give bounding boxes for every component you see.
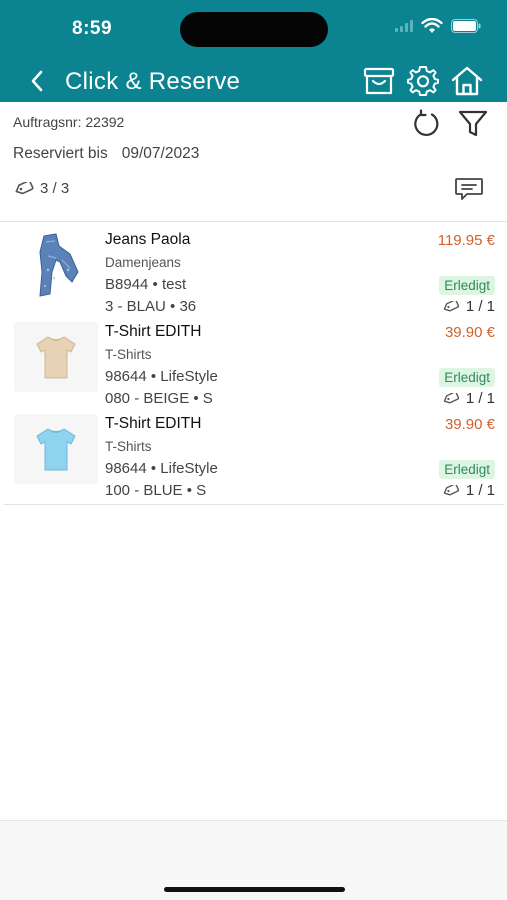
reserved-until: Reserviert bis 09/07/2023 [13, 145, 199, 163]
item-article: 98644 • LifeStyle [105, 460, 218, 477]
status-time: 8:59 [72, 18, 113, 39]
app-header: 8:59 Click & Reserve [0, 0, 507, 102]
item-name: Jeans Paola [105, 231, 191, 248]
signal-icon [395, 20, 413, 32]
order-info: Auftragsnr: 22392 Reserviert bis 09/07/20… [0, 102, 507, 222]
item-quantity-value: 1 / 1 [465, 482, 495, 499]
list-item[interactable]: T-Shirt EDITH T-Shirts 98644 • LifeStyle… [0, 410, 507, 502]
page-title: Click & Reserve [65, 68, 241, 95]
basket-button[interactable] [363, 65, 395, 97]
home-icon [451, 66, 483, 96]
item-quantity: 1 / 1 [442, 298, 495, 315]
list-divider [4, 504, 504, 505]
item-price: 39.90 € [444, 324, 495, 341]
settings-icon [407, 66, 439, 96]
home-indicator[interactable] [164, 887, 345, 892]
item-name: T-Shirt EDITH [105, 415, 202, 432]
tag-icon [443, 300, 459, 311]
item-article: 98644 • LifeStyle [105, 368, 218, 385]
basket-icon [363, 67, 395, 95]
header-actions [363, 65, 483, 97]
status-badge: Erledigt [439, 368, 495, 387]
order-number: Auftragsnr: 22392 [13, 114, 125, 130]
jeans-image [14, 230, 98, 300]
comment-icon [455, 178, 483, 200]
settings-button[interactable] [407, 65, 439, 97]
item-price: 39.90 € [444, 416, 495, 433]
tag-count: 3 / 3 [14, 180, 69, 197]
tag-count-value: 3 / 3 [40, 180, 70, 197]
order-actions [411, 108, 489, 140]
chevron-left-icon [31, 70, 43, 92]
item-variant: 080 - BEIGE • S [105, 390, 213, 407]
tag-icon [443, 392, 459, 403]
tag-icon [443, 484, 459, 495]
item-quantity: 1 / 1 [442, 482, 495, 499]
nav-bar: Click & Reserve [0, 60, 507, 102]
list-item[interactable]: T-Shirt EDITH T-Shirts 98644 • LifeStyle… [0, 318, 507, 410]
item-price: 119.95 € [437, 232, 495, 249]
item-category: Damenjeans [105, 255, 181, 270]
item-quantity: 1 / 1 [442, 390, 495, 407]
refresh-icon [414, 109, 439, 136]
tag-icon [15, 181, 34, 194]
item-variant: 3 - BLAU • 36 [105, 298, 197, 315]
item-variant: 100 - BLUE • S [105, 482, 207, 499]
filter-button[interactable] [457, 108, 489, 140]
dynamic-island [180, 12, 328, 47]
item-quantity-value: 1 / 1 [465, 298, 495, 315]
status-badge: Erledigt [439, 460, 495, 479]
item-category: T-Shirts [105, 347, 152, 362]
reserved-date: 09/07/2023 [121, 145, 200, 162]
tshirt-blue-image [14, 414, 98, 484]
wifi-icon [421, 18, 443, 33]
item-category: T-Shirts [105, 439, 152, 454]
item-list: Jeans Paola Damenjeans B8944 • test 3 - … [0, 226, 507, 505]
reserved-label: Reserviert bis [13, 145, 108, 162]
item-name: T-Shirt EDITH [105, 323, 202, 340]
back-button[interactable] [22, 66, 52, 96]
status-icons [395, 18, 481, 34]
home-button[interactable] [451, 65, 483, 97]
item-article: B8944 • test [105, 276, 187, 293]
battery-icon [451, 19, 481, 33]
tshirt-beige-image [14, 322, 98, 392]
comment-button[interactable] [453, 176, 485, 204]
list-item[interactable]: Jeans Paola Damenjeans B8944 • test 3 - … [0, 226, 507, 318]
item-quantity-value: 1 / 1 [465, 390, 495, 407]
status-badge: Erledigt [439, 276, 495, 295]
filter-icon [458, 110, 488, 137]
refresh-button[interactable] [411, 108, 443, 140]
